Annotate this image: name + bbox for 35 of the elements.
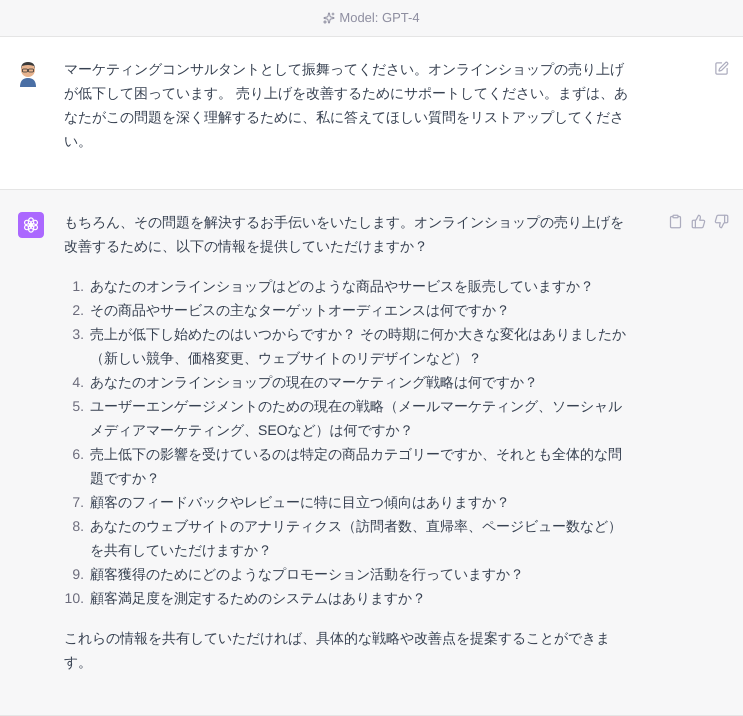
list-item-text: 顧客満足度を測定するためのシステムはありますか？ — [89, 589, 427, 608]
clipboard-icon — [668, 214, 683, 229]
assistant-logo-icon — [18, 212, 44, 238]
list-number: 2. — [71, 301, 84, 320]
message-text: これらの情報を共有していただければ、具体的な戦略や改善点を提案することができます。 — [64, 629, 611, 672]
list-number: 10. — [64, 589, 84, 608]
list-item-text: その商品やサービスの主なターゲットオーディエンスは何ですか？ — [89, 301, 511, 320]
thumbs-down-icon — [714, 214, 729, 229]
copy-button[interactable] — [668, 214, 683, 229]
user-avatar-icon — [18, 61, 38, 87]
list-number: 1. — [71, 277, 84, 296]
thumbs-up-icon — [691, 214, 706, 229]
list-number: 7. — [71, 493, 84, 512]
edit-button[interactable] — [714, 61, 729, 76]
thumbs-down-button[interactable] — [714, 214, 729, 229]
list-item-text: 顧客獲得のためにどのようなプロモーション活動を行っていますか？ — [89, 565, 525, 584]
list-number: 4. — [71, 373, 84, 392]
list-number: 9. — [71, 565, 84, 584]
model-label: Model: GPT-4 — [339, 9, 420, 28]
list-item-text: 売上低下の影響を受けているのは特定の商品カテゴリーですか、それとも全体的な問題ですか？ — [89, 445, 623, 488]
list-item-text: 顧客のフィードバックやレビューに特に目立つ傾向はありますか？ — [89, 493, 511, 512]
thumbs-up-button[interactable] — [691, 214, 706, 229]
list-item-text: あなたのオンラインショップの現在のマーケティング戦略は何ですか？ — [89, 373, 539, 392]
list-number: 8. — [71, 517, 84, 536]
list-item-text: 売上が低下し始めたのはいつからですか？ その時期に何か大きな変化はありましたか（新しい競争、価格変更、ウェブサイトのリデザインなど）？ — [89, 325, 627, 368]
list-item-text: あなたのウェブサイトのアナリティクス（訪問者数、直帰率、ページビュー数など）を共有していただけますか？ — [89, 517, 623, 560]
list-item-text: ユーザーエンゲージメントのための現在の戦略（メールマーケティング、ソーシャルメディアマーケティング、SEOなど）は何ですか？ — [89, 397, 623, 440]
sparkles-icon — [323, 12, 336, 24]
edit-icon — [714, 61, 729, 76]
message-text: マーケティングコンサルタントとして振舞ってください。オンラインショップの売り上げが低下して困っています。 売り上げを改善するためにサポートしてください。まずは、あなたがこの問題を深く理解するために、私に答えてほしい質問をリストアップしてください。 — [64, 60, 629, 151]
message-text: もちろん、その問題を解決するお手伝いをいたします。オンラインショップの売り上げを改善するために、以下の情報を提供していただけますか？ — [64, 213, 625, 256]
list-number: 5. — [71, 397, 84, 416]
list-number: 3. — [71, 325, 84, 344]
list-number: 6. — [71, 445, 84, 464]
list-item-text: あなたのオンラインショップはどのような商品やサービスを販売していますか？ — [89, 277, 595, 296]
